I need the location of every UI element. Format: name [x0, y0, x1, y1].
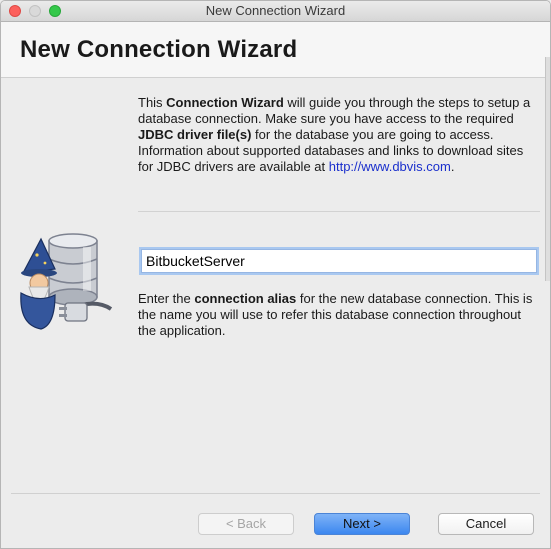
- wizard-window: New Connection Wizard New Connection Wiz…: [0, 0, 551, 549]
- page-title: New Connection Wizard: [20, 36, 298, 63]
- back-button[interactable]: < Back: [198, 513, 294, 535]
- section-divider: [138, 211, 540, 212]
- intro-bold-1: Connection Wizard: [166, 95, 284, 110]
- cancel-button[interactable]: Cancel: [438, 513, 534, 535]
- intro-text-3: for the database you are going to access…: [251, 127, 494, 142]
- intro-text-5: .: [450, 159, 455, 174]
- alias-help-text: Enter the connection alias for the new d…: [138, 291, 538, 339]
- wizard-header: New Connection Wizard: [1, 22, 550, 78]
- title-bar[interactable]: New Connection Wizard: [1, 1, 550, 22]
- alias-help-bold: connection alias: [194, 291, 297, 306]
- wizard-database-icon: [20, 233, 113, 330]
- intro-text-1: This: [138, 95, 167, 110]
- intro-text: This Connection Wizard will guide you th…: [138, 95, 538, 175]
- window-title: New Connection Wizard: [205, 3, 346, 18]
- intro-bold-2: JDBC driver file(s): [138, 127, 252, 142]
- next-button[interactable]: Next >: [314, 513, 410, 535]
- footer-divider: [11, 493, 540, 494]
- connection-alias-input[interactable]: [141, 249, 537, 273]
- dbvis-link[interactable]: http://www.dbvis.com: [329, 159, 451, 174]
- panel-edge: [545, 57, 550, 281]
- alias-help-1: Enter the: [138, 291, 195, 306]
